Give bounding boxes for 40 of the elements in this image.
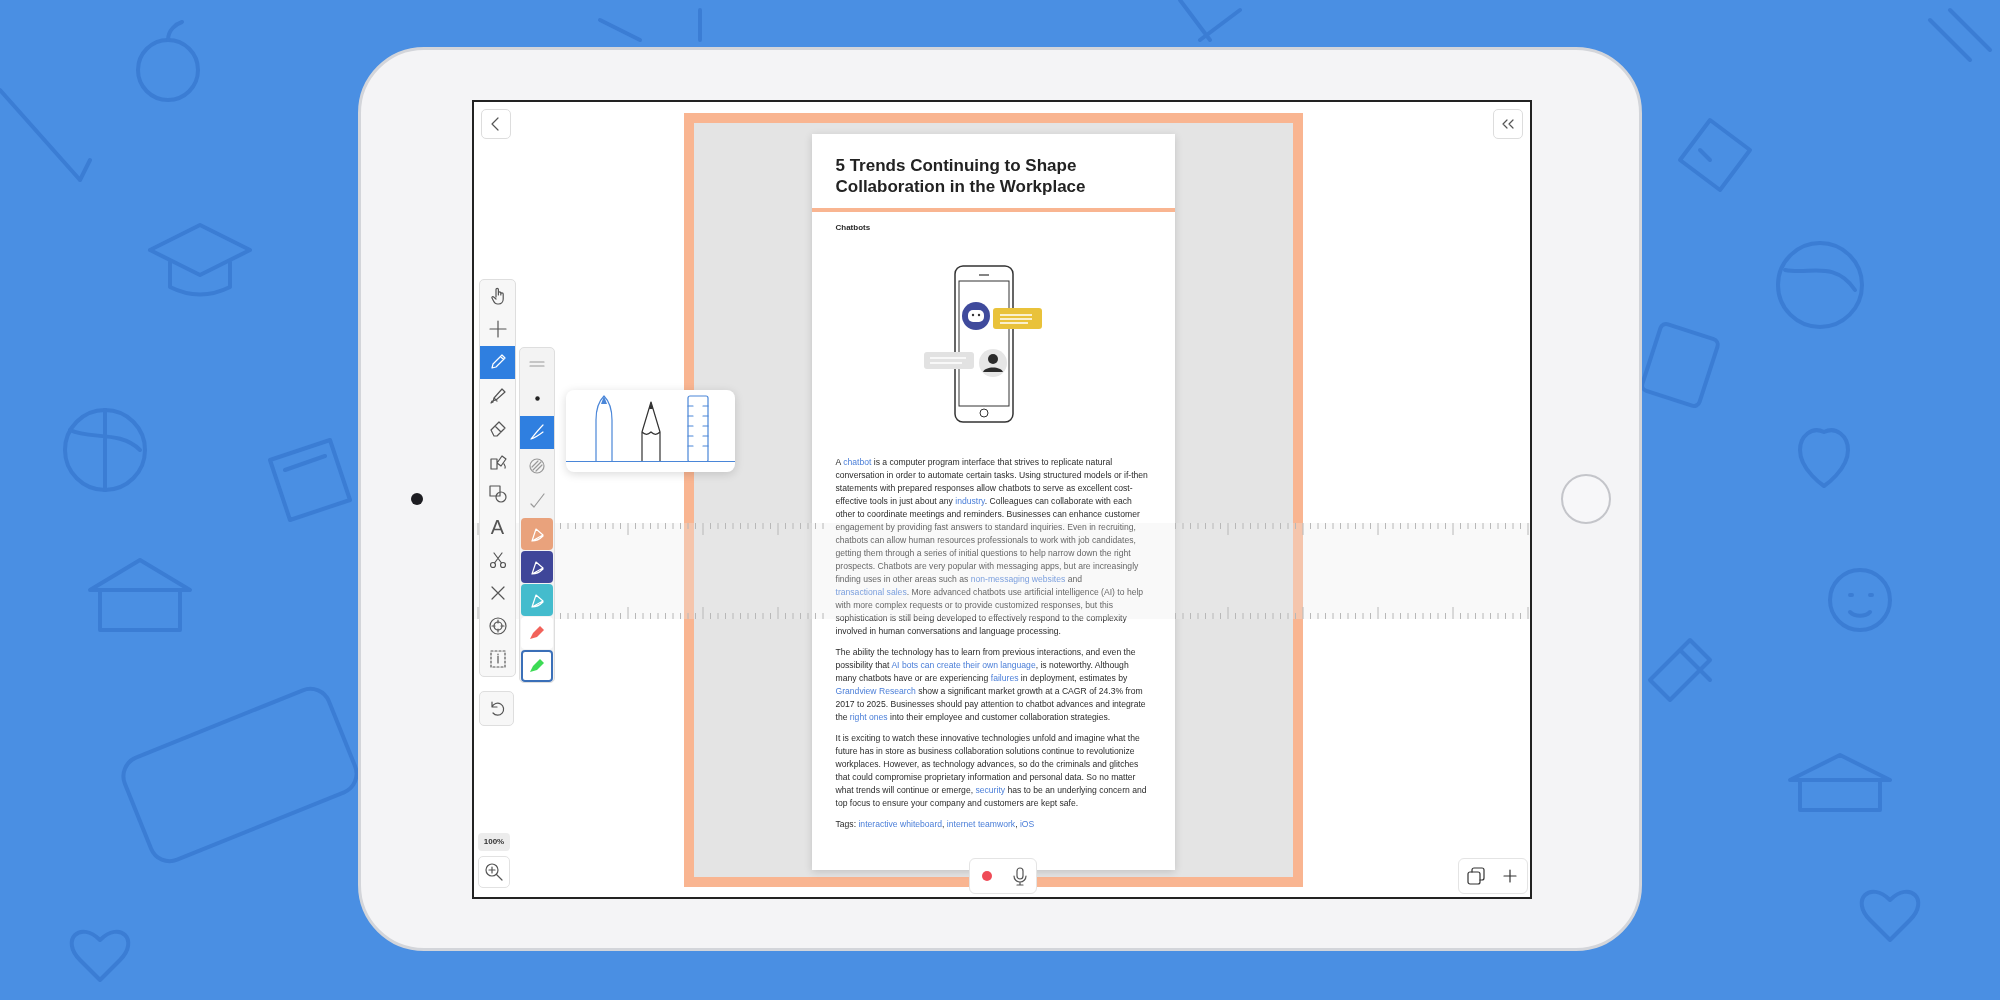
color-swatch[interactable] [521,583,553,616]
text-link[interactable]: transactional sales [835,586,907,597]
stroke-option[interactable] [520,415,554,449]
zoom-in-icon [484,861,504,882]
zoom-button[interactable] [478,855,510,888]
text-link[interactable]: non-messaging websites [970,573,1066,584]
pages-button[interactable] [1466,865,1486,886]
zoom-level: 100% [478,832,510,851]
color-swatch[interactable] [521,550,553,583]
copy-icon [1466,865,1486,886]
shapes-icon [487,484,508,504]
color-swatch[interactable] [521,517,553,550]
camera-dot [410,493,423,505]
text-link[interactable]: industry [955,495,985,506]
plus-icon [487,319,508,339]
scissors-icon [487,550,508,570]
tool-button[interactable]: A [480,510,515,544]
paragraph: A chatbot is a computer program interface that strives to replicate natural conversation in order to automate certain tasks. Using structured models or if-then statements with prepared responses allow chatbots to serve as excellent cost-effective tools in just about any industry. Colleagues can collaborate with each other to coordinate meetings and reminders. Businesses can enhance customer engagement by providing fast answers to standard inquiries. Even in recruiting, chatbots can allow human resources professionals to work with job candidates, getting them through a series of initial questions to help narrow down the right prospects. Chatbots are very popular with messaging apps, but are increasingly finding uses in other areas such as non-messaging websites and transactional sales. More advanced chatbots use artificial intelligence (AI) to help with more complex requests or to provide customized responses, but this sophistication is still being developed to effectively respond to the complexity involved in human conversations and language processing. [835,455,1149,638]
color-swatch[interactable] [521,649,553,682]
color-swatch[interactable] [521,616,553,649]
section-heading: Chatbots [835,222,872,232]
text-link[interactable]: right ones [849,711,888,722]
text-link[interactable]: iOS [1019,818,1035,829]
paragraph: It is exciting to watch these innovative technologies unfold and imagine what the future has in store as business collaboration solutions continue to revolutionize workplaces. However, as technology advances, so do the criminals and glitches that could compromise proprietary information and personal data. So no matter what trends will continue or emerge, security has to be an underlying concern and top focus to ensure your company and customers are kept safe. [835,731,1148,810]
text-link[interactable]: chatbot [843,456,872,467]
dot-icon [534,395,540,401]
paragraph: The ability the technology has to learn from previous interactions, and even the possibility that AI bots can create their own language, is noteworthy. Although many chatbots have or are experiencing failures in deployment, estimates by Grandview Research show a significant market growth at a CAGR of 24.3% from 2017 to 2025. Businesses should pay attention to chatbot advances and integrate the right ones into their employee and customer collaboration strategies. [835,645,1147,724]
text-link[interactable]: Grandview Research [835,685,916,696]
undo-button[interactable] [479,690,514,726]
back-button[interactable] [481,108,511,139]
paragraph: Tags: interactive whiteboard, internet teamwork, iOS [835,817,1036,831]
collapse-button[interactable] [1493,108,1523,139]
target-icon [487,616,508,636]
selection-icon [487,649,508,669]
text-link[interactable]: failures [990,672,1019,683]
hatched-circle-icon [527,456,547,476]
text-link[interactable]: security [975,784,1006,795]
tool-button[interactable] [480,345,515,379]
text-link[interactable]: AI bots can create their own language [891,659,1036,670]
document-title: 5 Trends Continuing to Shape Collaboration in the Workplace [835,154,1087,197]
